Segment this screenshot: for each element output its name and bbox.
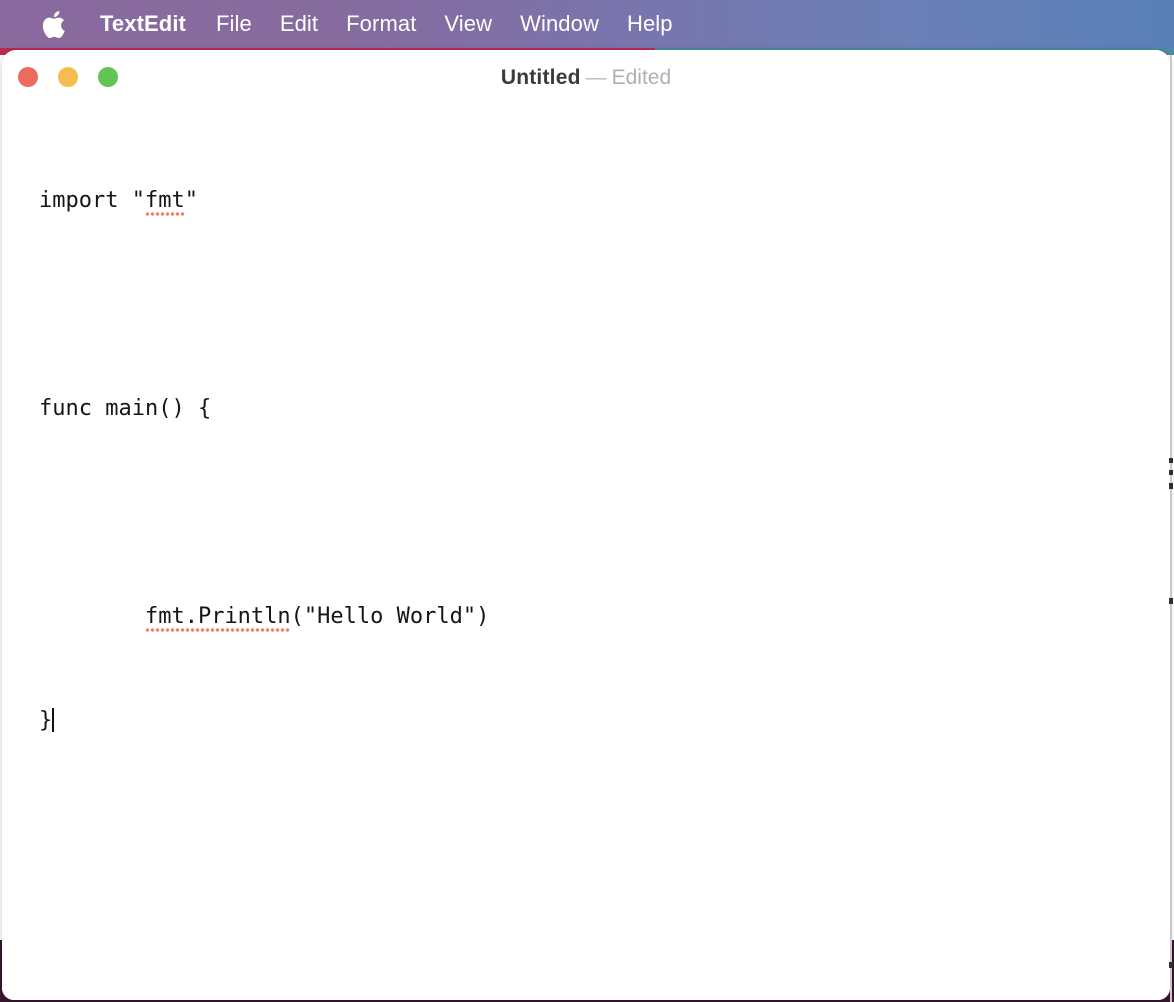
window-titlebar[interactable]: Untitled — Edited (2, 50, 1170, 106)
menu-item-file[interactable]: File (202, 0, 266, 48)
textedit-window: Untitled — Edited import "fmt" func main()… (2, 50, 1170, 1000)
zoom-button[interactable] (98, 67, 118, 87)
menu-item-help[interactable]: Help (613, 0, 687, 48)
code-line-blank-2 (39, 500, 489, 526)
menu-item-edit[interactable]: Edit (266, 0, 332, 48)
menu-item-view[interactable]: View (430, 0, 506, 48)
scrollbar-mark (1169, 598, 1173, 604)
scrollbar-mark (1169, 962, 1173, 968)
menu-item-format[interactable]: Format (332, 0, 430, 48)
spellcheck-fmt: fmt (144, 188, 185, 216)
code-line-1-suffix: " (184, 188, 198, 213)
minimize-button[interactable] (58, 67, 78, 87)
code-line-3: fmt.Println("Hello World") (39, 604, 490, 632)
code-line-3-indent (39, 604, 145, 629)
document-text[interactable]: import "fmt" func main() { fmt.Println("… (39, 110, 489, 812)
screen: TextEdit File Edit Format View Window He… (0, 0, 1174, 1002)
code-line-1-prefix: import " (39, 188, 145, 213)
menu-item-textedit[interactable]: TextEdit (88, 0, 202, 48)
code-line-1: import "fmt" (39, 188, 489, 216)
scrollbar-mark (1169, 483, 1173, 489)
text-caret (52, 708, 55, 732)
close-button[interactable] (18, 67, 38, 87)
spellcheck-fmt-println: fmt.Println (144, 604, 291, 632)
code-line-4: } (39, 708, 489, 734)
code-line-4-text: } (39, 708, 53, 733)
document-area[interactable]: import "fmt" func main() { fmt.Println("… (2, 106, 1170, 1000)
code-line-3-suffix: ("Hello World") (290, 604, 490, 629)
traffic-lights (18, 67, 118, 87)
title-separator: — (585, 66, 607, 89)
code-line-2: func main() { (39, 396, 212, 421)
code-line-blank-1 (39, 292, 489, 318)
document-name: Untitled (500, 66, 581, 89)
edited-status: Edited (611, 66, 672, 89)
apple-logo-icon[interactable] (38, 7, 70, 41)
menu-item-window[interactable]: Window (506, 0, 613, 48)
scrollbar-mark (1169, 470, 1173, 475)
scrollbar-mark (1169, 458, 1173, 463)
screen-right-edge (1170, 55, 1172, 1002)
menu-bar: TextEdit File Edit Format View Window He… (0, 0, 1174, 48)
window-title: Untitled — Edited (2, 50, 1170, 106)
